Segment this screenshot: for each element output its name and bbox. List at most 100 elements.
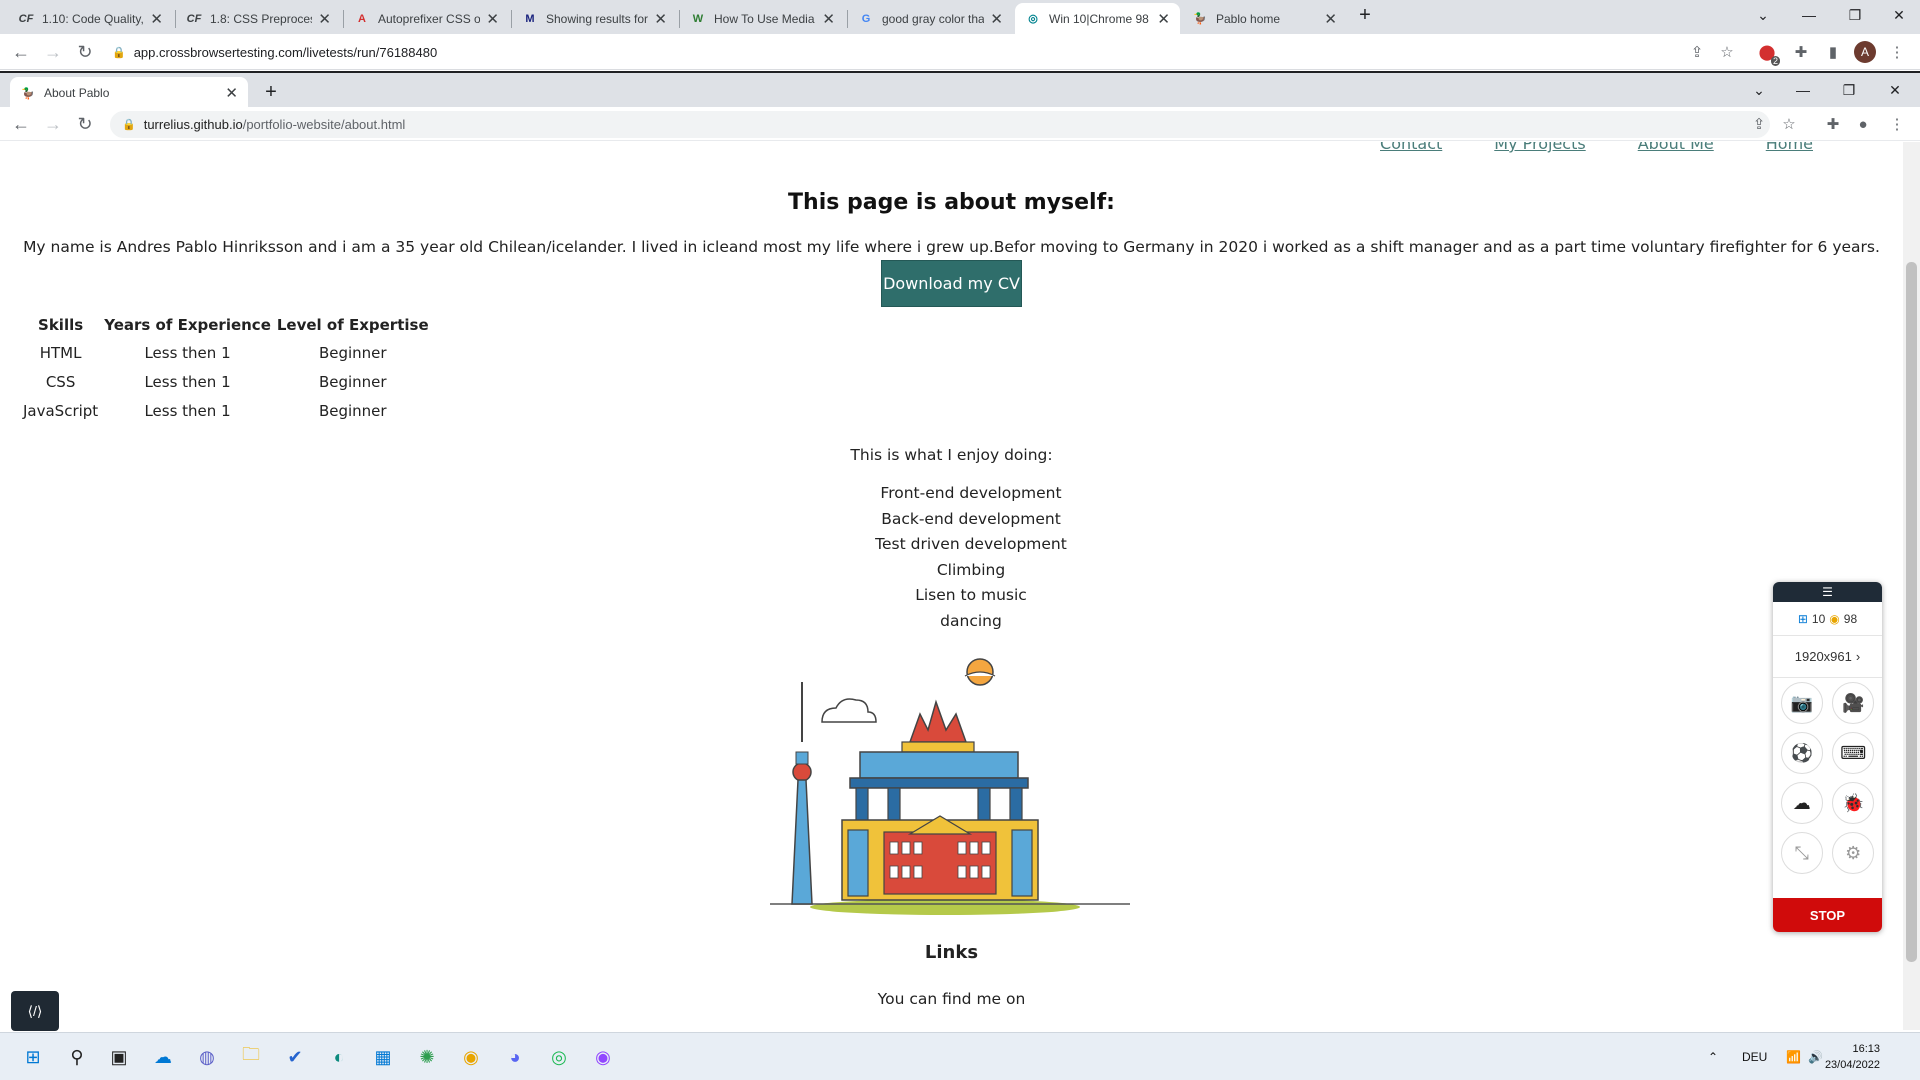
close-icon[interactable]: ✕	[150, 10, 163, 28]
teams-icon[interactable]: ◍	[192, 1042, 222, 1072]
close-icon[interactable]: ✕	[225, 84, 238, 102]
back-icon[interactable]: ←	[8, 39, 34, 65]
onedrive-icon[interactable]: ☁	[148, 1042, 178, 1072]
minimize-icon[interactable]: —	[1786, 0, 1832, 30]
outer-tab[interactable]: CF 1.10: Code Quality, Testing ✕	[8, 3, 173, 34]
avatar[interactable]: A	[1854, 41, 1876, 63]
star-icon[interactable]: ☆	[1716, 41, 1738, 63]
outer-tab[interactable]: 🦆 Pablo home ✕	[1182, 3, 1347, 34]
close-icon[interactable]: ✕	[1324, 10, 1337, 28]
extension-badge-icon[interactable]: ⬤ 2	[1756, 41, 1780, 66]
todo-icon[interactable]: ✔	[280, 1042, 310, 1072]
inner-tab-strip: 🦆 About Pablo ✕ + ⌄ — ❐ ✕	[0, 71, 1920, 109]
drag-handle-icon[interactable]: ☰	[1773, 582, 1882, 602]
task-view-icon[interactable]: ▣	[104, 1042, 134, 1072]
search-icon[interactable]: ⚲	[62, 1042, 92, 1072]
keyboard-icon[interactable]: ⌨	[1832, 732, 1875, 774]
windows-start-icon[interactable]: ⊞	[18, 1042, 48, 1072]
volume-icon[interactable]: 🔊	[1808, 1033, 1823, 1080]
remote-devtools-icon[interactable]: ⟨/⟩	[11, 991, 59, 1031]
list-item: Test driven development	[875, 535, 1067, 553]
close-icon[interactable]: ✕	[486, 10, 499, 28]
menu-icon[interactable]: ⋮	[1886, 113, 1908, 135]
outer-tab-active[interactable]: ◎ Win 10|Chrome 98 - Cross ✕	[1015, 3, 1180, 34]
puzzle-icon[interactable]: ✚	[1822, 113, 1844, 135]
menu-icon[interactable]: ⋮	[1886, 41, 1908, 63]
wifi-icon[interactable]: 📶	[1786, 1033, 1801, 1080]
list-item: Climbing	[936, 560, 1006, 579]
profile-icon[interactable]: ●	[1852, 113, 1874, 135]
url-path: /portfolio-website/about.html	[242, 117, 406, 132]
skills-table: Skills Years of Experience Level of Expe…	[20, 312, 432, 425]
nav-link-contact[interactable]: Contact	[1380, 142, 1442, 153]
close-icon[interactable]: ✕	[654, 10, 667, 28]
sidebar-icon[interactable]: ▮	[1822, 41, 1844, 63]
github-desktop-icon[interactable]: ◉	[588, 1042, 618, 1072]
gear-icon[interactable]: ⚙	[1832, 832, 1875, 874]
new-tab-icon[interactable]: +	[256, 77, 286, 107]
chrome-icon[interactable]: ◉	[456, 1042, 486, 1072]
ball-icon[interactable]: ⚽	[1780, 732, 1823, 774]
scrollbar-thumb[interactable]	[1906, 262, 1917, 962]
column-header: Years of Experience	[104, 316, 271, 334]
close-window-icon[interactable]: ✕	[1872, 75, 1918, 105]
cloud-upload-icon[interactable]: ☁	[1780, 782, 1823, 824]
table-cell: JavaScript	[23, 401, 99, 420]
outer-tab[interactable]: W How To Use Media Querie ✕	[680, 3, 845, 34]
outer-tab[interactable]: CF 1.8: CSS Preprocessors & C ✕	[176, 3, 341, 34]
edge-icon[interactable]: ◐	[324, 1042, 354, 1072]
share-icon[interactable]: ⇪	[1748, 113, 1770, 135]
nav-link-my-projects[interactable]: My Projects	[1494, 142, 1585, 153]
restore-icon[interactable]: ❐	[1832, 0, 1878, 30]
minimize-icon[interactable]: —	[1780, 75, 1826, 105]
restore-icon[interactable]: ❐	[1826, 75, 1872, 105]
close-icon[interactable]: ✕	[318, 10, 331, 28]
nav-link-about-me[interactable]: About Me	[1638, 142, 1714, 153]
address-bar[interactable]: 🔒 app.crossbrowsertesting.com/livetests/…	[112, 38, 1672, 66]
nav-link-home[interactable]: Home	[1766, 142, 1813, 153]
close-icon[interactable]: ✕	[822, 10, 835, 28]
star-icon[interactable]: ☆	[1778, 113, 1800, 135]
folder-icon[interactable]: 🗀	[236, 1042, 266, 1072]
testing-toolbox: ☰ ⊞ 10 ◉ 98 1920x961 › 📷 🎥 ⚽ ⌨ ☁ 🐞 ⤡ ⚙ S…	[1773, 582, 1882, 932]
tray-chevron-icon[interactable]: ⌃	[1708, 1033, 1718, 1080]
outer-tab[interactable]: A Autoprefixer CSS online ✕	[344, 3, 509, 34]
reload-icon[interactable]: ↻	[72, 111, 98, 137]
close-window-icon[interactable]: ✕	[1876, 0, 1920, 30]
app-icon[interactable]: ✺	[412, 1042, 442, 1072]
bug-icon[interactable]: 🐞	[1832, 782, 1875, 824]
video-record-icon[interactable]: 🎥	[1832, 682, 1875, 724]
close-icon[interactable]: ✕	[1157, 10, 1170, 28]
stop-button[interactable]: STOP	[1773, 898, 1882, 932]
resolution-selector[interactable]: 1920x961 ›	[1773, 636, 1882, 678]
outer-tab[interactable]: G good gray color that contr ✕	[848, 3, 1013, 34]
forward-icon[interactable]: →	[40, 111, 66, 137]
share-icon[interactable]: ⇪	[1686, 41, 1708, 63]
table-row: JavaScript Less then 1 Beginner	[20, 396, 432, 425]
reload-icon[interactable]: ↻	[72, 39, 98, 65]
clock[interactable]: 16:13 23/04/2022	[1825, 1041, 1880, 1073]
language-indicator[interactable]: DEU	[1742, 1033, 1767, 1080]
back-icon[interactable]: ←	[8, 111, 34, 137]
resize-icon[interactable]: ⤡	[1780, 832, 1823, 874]
forward-icon[interactable]: →	[40, 39, 66, 65]
chevron-down-icon[interactable]: ⌄	[1736, 75, 1782, 105]
new-tab-icon[interactable]: +	[1350, 0, 1380, 30]
spotify-icon[interactable]: ◎	[544, 1042, 574, 1072]
table-cell: Less then 1	[144, 343, 231, 362]
inner-tab-active[interactable]: 🦆 About Pablo ✕	[10, 77, 248, 109]
os-browser-info[interactable]: ⊞ 10 ◉ 98	[1773, 602, 1882, 636]
page-title: This page is about myself:	[788, 190, 1115, 215]
lock-icon: 🔒	[112, 46, 126, 59]
outer-tab[interactable]: M Showing results for about: ✕	[512, 3, 677, 34]
camera-icon[interactable]: 📷	[1780, 682, 1823, 724]
chevron-down-icon[interactable]: ⌄	[1740, 0, 1786, 30]
address-bar[interactable]: 🔒 turrelius.github.io/portfolio-website/…	[110, 111, 1770, 138]
discord-icon[interactable]: ◕	[500, 1042, 530, 1072]
close-icon[interactable]: ✕	[990, 10, 1003, 28]
download-cv-button[interactable]: Download my CV	[881, 260, 1022, 307]
puzzle-icon[interactable]: ✚	[1790, 41, 1812, 63]
berlin-landmarks-illustration	[770, 658, 1130, 915]
store-icon[interactable]: ▦	[368, 1042, 398, 1072]
page-scrollbar[interactable]	[1903, 142, 1920, 1030]
